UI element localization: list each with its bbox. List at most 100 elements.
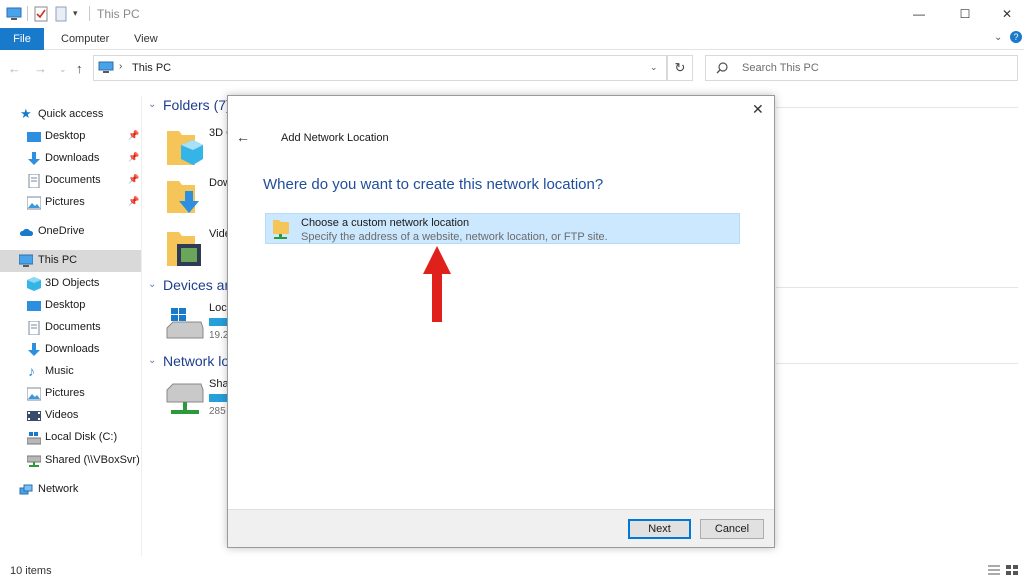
- address-bar[interactable]: › This PC ⌄: [93, 55, 667, 81]
- documents-icon: [28, 174, 40, 188]
- search-input[interactable]: Search This PC: [705, 55, 1018, 81]
- nav-item-quick-access[interactable]: ★ Quick access: [0, 104, 141, 126]
- folder-downloads[interactable]: Dow: [163, 175, 233, 225]
- group-label: Network lo: [163, 353, 230, 369]
- minimize-button[interactable]: —: [896, 0, 942, 28]
- folder-3d-objects[interactable]: 3D O: [163, 125, 233, 175]
- address-dropdown-icon[interactable]: ⌄: [650, 62, 658, 73]
- drive-size: 285: [209, 406, 226, 417]
- add-network-location-dialog: ✕ ← Add Network Location Where do you wa…: [227, 95, 775, 548]
- up-icon[interactable]: ↑: [76, 61, 83, 76]
- network-drive-shared[interactable]: Sha 285: [163, 376, 233, 426]
- nav-item-desktop[interactable]: Desktop 📌: [0, 126, 141, 148]
- cancel-button[interactable]: Cancel: [700, 519, 764, 539]
- group-divider: [776, 363, 1018, 364]
- drive-windows-icon: [166, 308, 204, 339]
- nav-item-downloads[interactable]: Downloads: [0, 339, 141, 361]
- large-icons-view-icon[interactable]: [1006, 565, 1018, 575]
- new-folder-icon[interactable]: [55, 6, 67, 22]
- drive-size: 19.2: [209, 330, 229, 341]
- group-label: Devices an: [163, 277, 233, 293]
- videos-icon: [27, 411, 41, 421]
- drive-local-disk[interactable]: Loc 19.2: [163, 300, 233, 350]
- download-icon: [28, 152, 40, 165]
- folder-downloads-icon: [167, 181, 199, 213]
- search-icon: [716, 62, 728, 74]
- status-bar: 10 items: [0, 562, 1024, 577]
- nav-item-label: Pictures: [45, 196, 85, 208]
- pin-icon[interactable]: 📌: [128, 130, 139, 141]
- dialog-close-button[interactable]: ✕: [752, 101, 764, 118]
- maximize-button[interactable]: ☐: [942, 0, 988, 28]
- nav-item-label: Local Disk (C:): [45, 431, 118, 443]
- cloud-icon: [19, 228, 33, 236]
- properties-icon[interactable]: [34, 6, 48, 22]
- customize-quick-access-icon[interactable]: ▾: [73, 8, 83, 24]
- music-icon: ♪: [28, 363, 35, 379]
- red-arrow-annotation: [423, 246, 451, 322]
- nav-item-label: Pictures: [45, 387, 85, 399]
- dialog-title: Add Network Location: [281, 132, 389, 144]
- nav-item-local-disk[interactable]: Local Disk (C:): [0, 427, 141, 449]
- back-icon[interactable]: ←: [8, 61, 21, 76]
- folder-videos[interactable]: Vide: [163, 226, 233, 276]
- network-folder-icon: [273, 220, 289, 239]
- nav-item-shared[interactable]: Shared (\\VBoxSvr): [0, 450, 141, 472]
- drive-usage-bar: [209, 318, 229, 326]
- this-pc-icon: [98, 61, 114, 73]
- nav-item-videos[interactable]: Videos: [0, 405, 141, 427]
- breadcrumb-chevron-icon[interactable]: ›: [119, 61, 122, 72]
- nav-item-this-pc[interactable]: This PC: [0, 250, 141, 272]
- pictures-icon: [27, 196, 41, 210]
- nav-item-network[interactable]: Network: [0, 479, 141, 501]
- expand-ribbon-icon[interactable]: ⌄: [994, 32, 1002, 43]
- drive-usage-bar: [209, 394, 229, 402]
- next-button[interactable]: Next: [628, 519, 691, 539]
- nav-item-onedrive[interactable]: OneDrive: [0, 221, 141, 243]
- collapse-chevron-icon[interactable]: ⌄: [148, 355, 156, 366]
- nav-item-downloads[interactable]: Downloads 📌: [0, 148, 141, 170]
- nav-item-documents[interactable]: Documents: [0, 317, 141, 339]
- tab-view[interactable]: View: [134, 28, 158, 50]
- nav-item-pictures[interactable]: Pictures: [0, 383, 141, 405]
- choose-custom-network-location-option[interactable]: Choose a custom network location Specify…: [265, 213, 740, 244]
- download-icon: [28, 343, 40, 356]
- close-button[interactable]: ✕: [984, 0, 1024, 28]
- drive-icon: [27, 432, 41, 445]
- nav-item-3d-objects[interactable]: 3D Objects: [0, 273, 141, 295]
- nav-item-documents[interactable]: Documents 📌: [0, 170, 141, 192]
- nav-item-label: Desktop: [45, 130, 86, 142]
- nav-item-label: Downloads: [45, 343, 100, 355]
- help-icon[interactable]: ?: [1010, 31, 1022, 43]
- tab-file[interactable]: File: [0, 28, 44, 50]
- pane-divider: [141, 96, 142, 556]
- nav-item-pictures[interactable]: Pictures 📌: [0, 192, 141, 214]
- group-label: Folders (7): [163, 97, 231, 113]
- pin-icon[interactable]: 📌: [128, 174, 139, 185]
- nav-item-label: Shared (\\VBoxSvr): [45, 454, 140, 466]
- details-view-icon[interactable]: [988, 565, 1000, 575]
- nav-item-label: Downloads: [45, 152, 100, 164]
- nav-item-label: Network: [38, 483, 79, 495]
- nav-item-music[interactable]: ♪ Music: [0, 361, 141, 383]
- dialog-back-button[interactable]: ←: [236, 129, 250, 145]
- nav-item-label: Music: [45, 365, 74, 377]
- nav-item-label: Documents: [45, 321, 101, 333]
- collapse-chevron-icon[interactable]: ⌄: [148, 279, 156, 290]
- nav-item-label: 3D Objects: [45, 277, 100, 289]
- pin-icon[interactable]: 📌: [128, 196, 139, 207]
- refresh-button[interactable]: ↻: [667, 55, 693, 81]
- nav-item-label: Documents: [45, 174, 101, 186]
- tab-computer[interactable]: Computer: [61, 28, 109, 50]
- search-placeholder: Search This PC: [742, 62, 819, 74]
- title-separator: [89, 6, 90, 21]
- nav-item-desktop[interactable]: Desktop: [0, 295, 141, 317]
- nav-item-label: This PC: [38, 254, 78, 266]
- breadcrumb-this-pc[interactable]: This PC: [132, 62, 171, 74]
- collapse-chevron-icon[interactable]: ⌄: [148, 99, 156, 110]
- recent-locations-icon[interactable]: ⌄: [59, 64, 67, 75]
- pictures-icon: [27, 387, 41, 401]
- forward-icon[interactable]: →: [34, 61, 47, 76]
- dialog-footer: Next Cancel: [228, 509, 774, 547]
- pin-icon[interactable]: 📌: [128, 152, 139, 163]
